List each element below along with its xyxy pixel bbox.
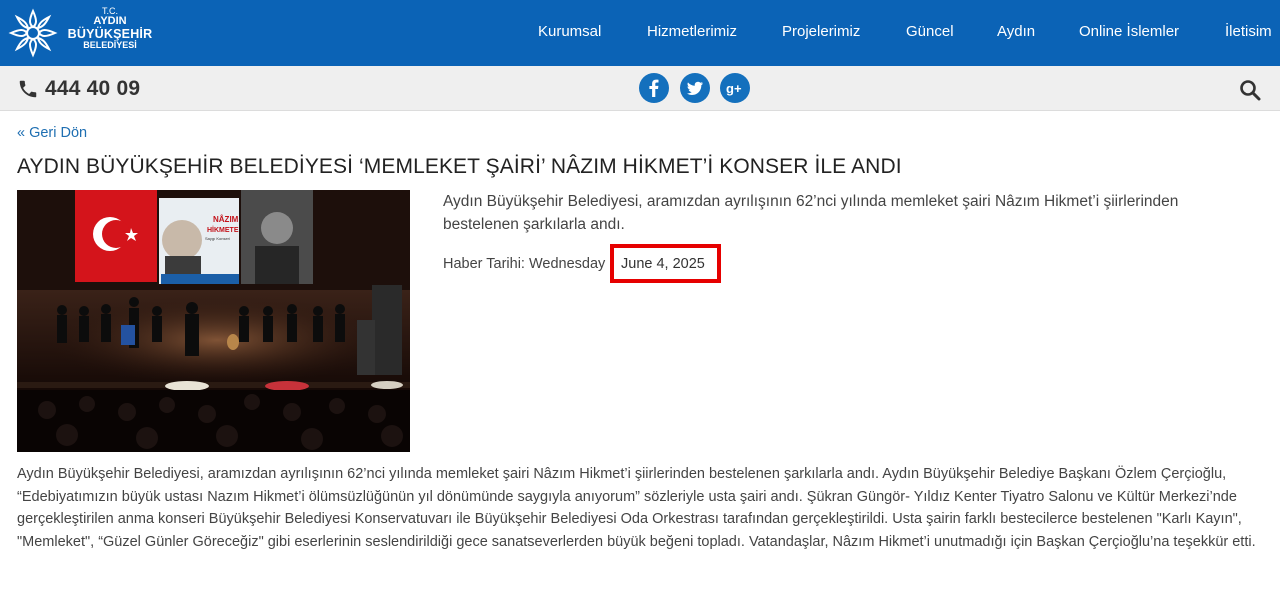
google-plus-icon[interactable]: g+ — [720, 73, 750, 103]
nav-item-kurumsal[interactable]: Kurumsal — [538, 23, 601, 40]
phone-number-link[interactable]: 444 40 09 — [17, 76, 140, 102]
facebook-icon[interactable] — [639, 73, 669, 103]
search-icon[interactable] — [1238, 78, 1262, 102]
facebook-glyph — [649, 79, 659, 97]
phone-number: 444 40 09 — [45, 77, 141, 100]
nav-item-iletisim[interactable]: İletisim — [1225, 23, 1272, 40]
back-link[interactable]: « Geri Dön — [17, 125, 87, 141]
main-menu: Kurumsal Hizmetlerimiz Projelerimiz Günc… — [0, 0, 1280, 66]
concert-photo-illustration: NÂZIM HİKMETE Saygı Konseri — [17, 190, 410, 452]
photo-banner-line-3: Saygı Konseri — [205, 236, 230, 241]
article-photo: NÂZIM HİKMETE Saygı Konseri — [17, 190, 410, 452]
twitter-icon[interactable] — [680, 73, 710, 103]
google-plus-glyph: g+ — [726, 81, 742, 96]
article-body: Aydın Büyükşehir Belediyesi, aramızdan a… — [17, 466, 1256, 550]
photo-banner-line-2: HİKMETE — [207, 226, 239, 234]
svg-text:g+: g+ — [726, 81, 742, 96]
top-navigation-bar: T.C. AYDIN BÜYÜKŞEHİR BELEDİYESİ Kurumsa… — [0, 0, 1280, 66]
nav-item-hizmetlerimiz[interactable]: Hizmetlerimiz — [647, 23, 737, 40]
nav-item-projelerimiz[interactable]: Projelerimiz — [782, 23, 860, 40]
photo-banner-line-1: NÂZIM — [213, 215, 239, 224]
contact-bar: 444 40 09 g+ — [0, 66, 1280, 111]
news-date-label: Haber Tarihi: Wednesday — [443, 256, 606, 272]
nav-item-aydin[interactable]: Aydın — [997, 23, 1035, 40]
news-date-value: June 4, 2025 — [621, 256, 705, 272]
nav-item-guncel[interactable]: Güncel — [906, 23, 954, 40]
article-summary: Aydın Büyükşehir Belediyesi, aramızdan a… — [443, 193, 1179, 233]
page-title: AYDIN BÜYÜKŞEHİR BELEDİYESİ ‘MEMLEKET ŞA… — [17, 155, 902, 178]
nav-item-online-islemler[interactable]: Online İslemler — [1079, 23, 1179, 40]
twitter-glyph — [687, 81, 703, 95]
phone-icon — [19, 80, 37, 98]
